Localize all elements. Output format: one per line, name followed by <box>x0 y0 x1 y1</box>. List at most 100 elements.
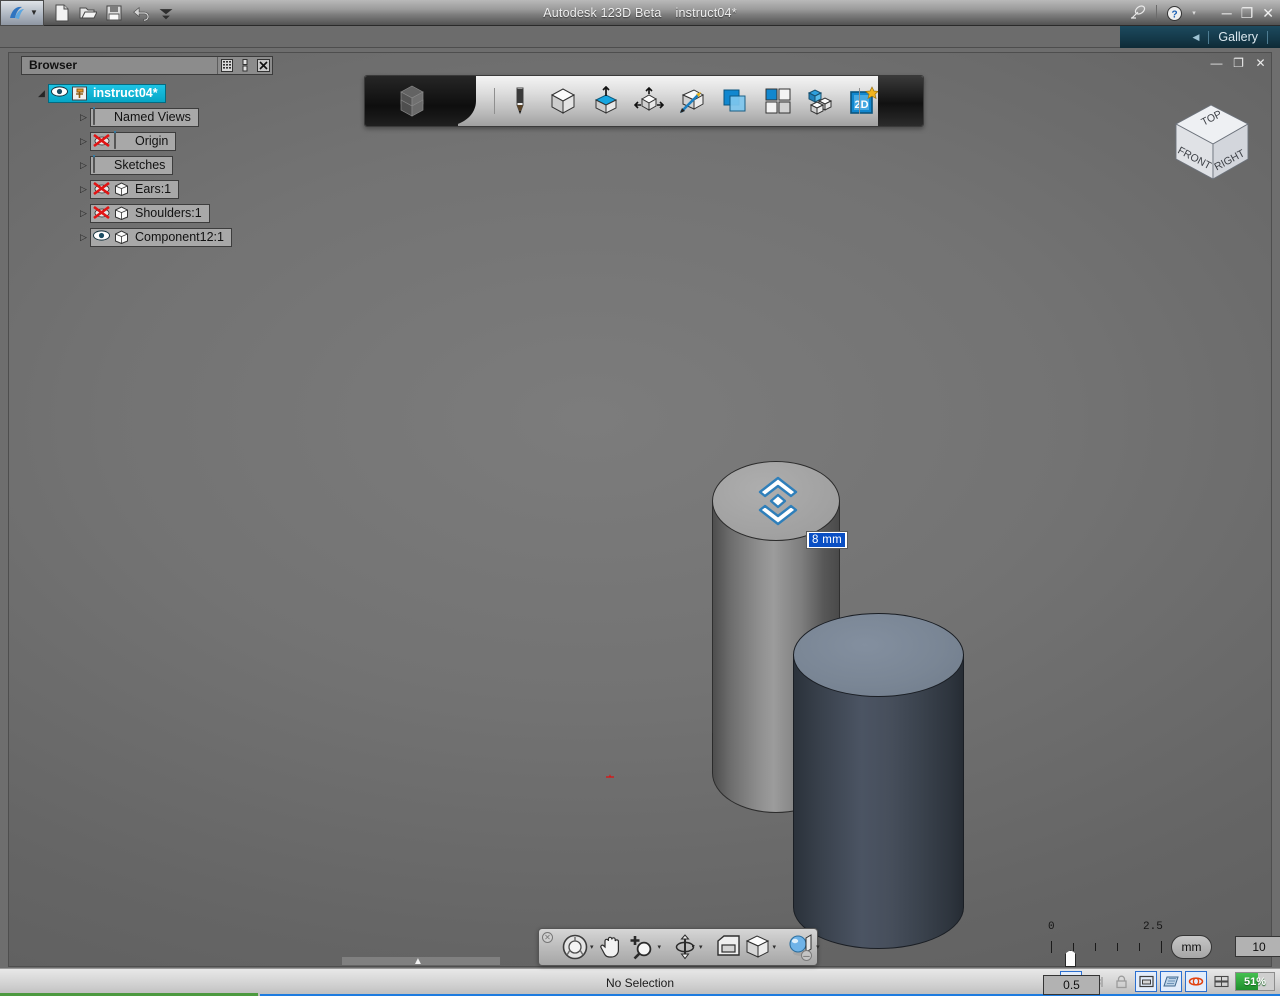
document-window-controls: — ❐ ✕ <box>1210 57 1267 70</box>
pattern-sweep-icon[interactable] <box>676 85 708 117</box>
tree-twisty-shoulders[interactable]: ▷ <box>77 208 90 219</box>
hidden-icon[interactable] <box>93 182 110 197</box>
scale-max-field[interactable]: 10 <box>1235 936 1280 957</box>
construct-extrude-icon[interactable] <box>590 85 622 117</box>
tree-node-component12[interactable]: Component12:1 <box>90 228 232 247</box>
push-pull-arrows-icon[interactable] <box>753 473 803 529</box>
eye-icon[interactable] <box>93 230 110 245</box>
satellite-icon[interactable] <box>1129 5 1147 21</box>
zoom-button[interactable]: ▾ <box>627 933 665 961</box>
tree-row-named-views[interactable]: ▷ Named Views <box>21 105 273 129</box>
tree-row-component12[interactable]: ▷ <box>21 225 273 249</box>
dimension-input-box[interactable]: 8 mm <box>806 531 848 549</box>
tree-node-origin[interactable]: Origin <box>90 132 176 151</box>
orbit-caret-icon[interactable]: ▾ <box>699 943 703 951</box>
view-style-caret-icon[interactable]: ▾ <box>773 943 777 951</box>
navigation-toolbar: ✕ ▾ <box>538 928 818 966</box>
new-document-icon[interactable] <box>53 4 71 22</box>
doc-minimize-button[interactable]: — <box>1210 57 1223 70</box>
status-section-button[interactable] <box>1135 971 1157 992</box>
gallery-label[interactable]: Gallery <box>1218 30 1258 44</box>
tree-row-shoulders[interactable]: ▷ <box>21 201 273 225</box>
tree-twisty-root[interactable]: ◢ <box>35 88 48 99</box>
scrollbar-grip-icon[interactable]: ▲ <box>413 956 423 967</box>
steering-wheel-button[interactable]: ▾ <box>561 933 597 961</box>
open-document-icon[interactable] <box>79 4 97 22</box>
grouping-tiles-icon[interactable] <box>762 85 794 117</box>
assembly-icon <box>72 86 89 101</box>
tree-row-ears[interactable]: ▷ <box>21 177 273 201</box>
unit-button[interactable]: mm <box>1171 935 1212 959</box>
minimize-button[interactable]: ─ <box>1222 6 1232 20</box>
tree-row-origin[interactable]: ▷ Origin <box>21 129 273 153</box>
view-style-button[interactable]: ▾ <box>744 933 780 961</box>
sketch-pencil-icon[interactable] <box>504 85 536 117</box>
tree-node-sketches[interactable]: Sketches <box>90 156 173 175</box>
browser-close-button[interactable] <box>254 57 272 74</box>
tree-twisty-ears[interactable]: ▷ <box>77 184 90 195</box>
tree-label-origin: Origin <box>135 133 168 150</box>
window-controls: ? ▾ ─ ❐ ✕ <box>1129 0 1274 26</box>
gallery-tab[interactable]: ◀ Gallery <box>1120 26 1280 48</box>
modify-transform-icon[interactable] <box>633 85 665 117</box>
hidden-icon[interactable] <box>93 206 110 221</box>
pan-button[interactable] <box>599 933 625 961</box>
tree-twisty-component12[interactable]: ▷ <box>77 232 90 243</box>
gallery-collapse-icon[interactable]: ◀ <box>1192 32 1199 43</box>
navbar-close-button[interactable]: ✕ <box>542 932 553 943</box>
status-layout-button[interactable] <box>1210 971 1232 992</box>
view-cube[interactable]: TOP FRONT RIGHT <box>1161 91 1261 191</box>
help-icon[interactable]: ? <box>1166 5 1183 22</box>
status-ground-button[interactable] <box>1160 971 1182 992</box>
close-button[interactable]: ✕ <box>1262 6 1274 20</box>
save-document-icon[interactable] <box>105 4 123 22</box>
status-lock-button[interactable] <box>1110 971 1132 992</box>
browser-dock-button[interactable] <box>236 57 254 74</box>
navbar-minimize-button[interactable]: ─ <box>801 950 812 961</box>
browser-header: Browser <box>21 56 273 75</box>
primitives-cube-icon[interactable] <box>547 85 579 117</box>
zoom-caret-icon[interactable]: ▾ <box>658 943 662 951</box>
tree-row-root[interactable]: ◢ <box>21 81 273 105</box>
qat-customize-icon[interactable] <box>157 4 175 22</box>
combine-boolean-icon[interactable] <box>719 85 751 117</box>
cylinder-dark-top-face[interactable] <box>793 613 964 697</box>
restore-button[interactable]: ❐ <box>1241 6 1254 20</box>
help-caret-icon[interactable]: ▾ <box>1192 9 1196 17</box>
status-orbit-button[interactable] <box>1185 971 1207 992</box>
tree-twisty-origin[interactable]: ▷ <box>77 136 90 147</box>
tree-row-sketches[interactable]: ▷ Sketches <box>21 153 273 177</box>
origin-point-marker <box>606 774 614 780</box>
app-title-text: Autodesk 123D Beta <box>543 6 661 20</box>
blocks-icon <box>806 87 836 115</box>
orbit-button[interactable]: ▾ <box>672 933 706 961</box>
dimension-value[interactable]: 8 mm <box>809 533 845 547</box>
scale-value-field[interactable]: 0.5 <box>1043 975 1100 995</box>
tree-node-named-views[interactable]: Named Views <box>90 108 199 127</box>
tree-twisty-named-views[interactable]: ▷ <box>77 112 90 123</box>
doc-close-button[interactable]: ✕ <box>1254 57 1267 70</box>
tree-node-instruct04[interactable]: instruct04* <box>48 84 166 103</box>
application-menu-button[interactable]: ▼ <box>0 0 44 26</box>
browser-panel: Browser <box>21 56 273 249</box>
doc-restore-button[interactable]: ❐ <box>1232 57 1245 70</box>
tree-twisty-sketches[interactable]: ▷ <box>77 160 90 171</box>
toolbar-overflow-button[interactable] <box>878 76 923 126</box>
toolbar-home-button[interactable] <box>365 76 458 126</box>
tree-node-ears[interactable]: Ears:1 <box>90 180 179 199</box>
hidden-icon[interactable] <box>93 134 110 149</box>
display-settings-caret-icon[interactable]: ▾ <box>816 943 820 951</box>
tree-node-shoulders[interactable]: Shoulders:1 <box>90 204 210 223</box>
browser-filter-button[interactable] <box>218 57 236 74</box>
drawing-2d-icon[interactable]: 2D <box>848 85 880 117</box>
tree-label-ears: Ears:1 <box>135 181 171 198</box>
eye-icon[interactable] <box>51 86 68 101</box>
folder-icon <box>93 110 110 125</box>
cylinder-dark-body[interactable] <box>788 613 968 945</box>
ruler-label-mid: 2.5 <box>1143 921 1163 933</box>
look-at-button[interactable] <box>714 933 742 961</box>
undo-icon[interactable] <box>131 4 149 22</box>
assemble-blocks-icon[interactable] <box>805 85 837 117</box>
document-window[interactable]: — ❐ ✕ <box>8 52 1272 967</box>
steering-wheel-caret-icon[interactable]: ▾ <box>590 943 594 951</box>
